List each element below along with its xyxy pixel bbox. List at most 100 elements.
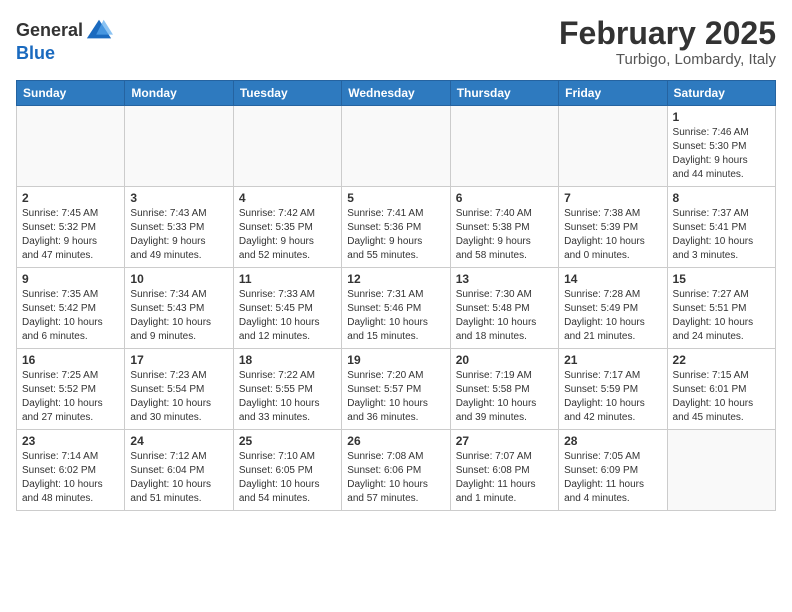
day-info: Sunrise: 7:33 AM Sunset: 5:45 PM Dayligh… [239, 288, 336, 344]
logo: General Blue [16, 16, 113, 64]
calendar-cell: 7 Sunrise: 7:38 AM Sunset: 5:39 PM Daylig… [559, 187, 667, 268]
day-number: 19 [347, 353, 444, 367]
day-info: Sunrise: 7:05 AM Sunset: 6:09 PM Dayligh… [564, 450, 661, 506]
calendar-week-row: 9 Sunrise: 7:35 AM Sunset: 5:42 PM Daylig… [17, 268, 776, 349]
day-info: Sunrise: 7:38 AM Sunset: 5:39 PM Dayligh… [564, 207, 661, 263]
day-number: 17 [130, 353, 227, 367]
calendar-cell: 2 Sunrise: 7:45 AM Sunset: 5:32 PM Daylig… [17, 187, 125, 268]
day-number: 2 [22, 191, 119, 205]
day-number: 1 [673, 110, 770, 124]
day-number: 10 [130, 272, 227, 286]
day-number: 26 [347, 434, 444, 448]
day-info: Sunrise: 7:34 AM Sunset: 5:43 PM Dayligh… [130, 288, 227, 344]
logo-icon [85, 16, 113, 44]
calendar-cell: 28 Sunrise: 7:05 AM Sunset: 6:09 PM Dayli… [559, 430, 667, 511]
weekday-header-sunday: Sunday [17, 81, 125, 106]
weekday-header-friday: Friday [559, 81, 667, 106]
day-info: Sunrise: 7:23 AM Sunset: 5:54 PM Dayligh… [130, 369, 227, 425]
calendar-cell: 22Sunrise: 7:15 AM Sunset: 6:01 PM Dayli… [667, 349, 775, 430]
weekday-header-monday: Monday [125, 81, 233, 106]
day-info: Sunrise: 7:31 AM Sunset: 5:46 PM Dayligh… [347, 288, 444, 344]
day-info: Sunrise: 7:27 AM Sunset: 5:51 PM Dayligh… [673, 288, 770, 344]
calendar-cell: 5 Sunrise: 7:41 AM Sunset: 5:36 PM Daylig… [342, 187, 450, 268]
day-number: 11 [239, 272, 336, 286]
logo-general: General [16, 21, 83, 39]
day-info: Sunrise: 7:43 AM Sunset: 5:33 PM Dayligh… [130, 207, 227, 263]
weekday-header-wednesday: Wednesday [342, 81, 450, 106]
day-info: Sunrise: 7:28 AM Sunset: 5:49 PM Dayligh… [564, 288, 661, 344]
day-info: Sunrise: 7:17 AM Sunset: 5:59 PM Dayligh… [564, 369, 661, 425]
day-info: Sunrise: 7:19 AM Sunset: 5:58 PM Dayligh… [456, 369, 553, 425]
day-number: 9 [22, 272, 119, 286]
day-info: Sunrise: 7:40 AM Sunset: 5:38 PM Dayligh… [456, 207, 553, 263]
day-number: 8 [673, 191, 770, 205]
calendar-week-row: 16 Sunrise: 7:25 AM Sunset: 5:52 PM Dayli… [17, 349, 776, 430]
day-number: 12 [347, 272, 444, 286]
calendar-cell [17, 106, 125, 187]
weekday-header-row: SundayMondayTuesdayWednesdayThursdayFrid… [17, 81, 776, 106]
calendar-cell: 1 Sunrise: 7:46 AM Sunset: 5:30 PM Daylig… [667, 106, 775, 187]
calendar-cell: 13 Sunrise: 7:30 AM Sunset: 5:48 PM Dayli… [450, 268, 558, 349]
month-title: February 2025 [559, 16, 776, 51]
day-number: 25 [239, 434, 336, 448]
day-number: 24 [130, 434, 227, 448]
calendar-cell: 25 Sunrise: 7:10 AM Sunset: 6:05 PM Dayli… [233, 430, 341, 511]
calendar-cell: 27 Sunrise: 7:07 AM Sunset: 6:08 PM Dayli… [450, 430, 558, 511]
day-number: 5 [347, 191, 444, 205]
day-info: Sunrise: 7:07 AM Sunset: 6:08 PM Dayligh… [456, 450, 553, 506]
calendar-cell: 16 Sunrise: 7:25 AM Sunset: 5:52 PM Dayli… [17, 349, 125, 430]
calendar-cell [450, 106, 558, 187]
day-info: Sunrise: 7:35 AM Sunset: 5:42 PM Dayligh… [22, 288, 119, 344]
calendar-cell: 26 Sunrise: 7:08 AM Sunset: 6:06 PM Dayli… [342, 430, 450, 511]
page-header: General Blue February 2025 Turbigo, Lomb… [16, 16, 776, 68]
day-info: Sunrise: 7:22 AM Sunset: 5:55 PM Dayligh… [239, 369, 336, 425]
calendar-cell [667, 430, 775, 511]
calendar-week-row: 1 Sunrise: 7:46 AM Sunset: 5:30 PM Daylig… [17, 106, 776, 187]
calendar-cell: 17 Sunrise: 7:23 AM Sunset: 5:54 PM Dayli… [125, 349, 233, 430]
day-number: 7 [564, 191, 661, 205]
day-info: Sunrise: 7:46 AM Sunset: 5:30 PM Dayligh… [673, 126, 770, 182]
calendar-cell [125, 106, 233, 187]
day-number: 27 [456, 434, 553, 448]
calendar-cell [342, 106, 450, 187]
day-info: Sunrise: 7:25 AM Sunset: 5:52 PM Dayligh… [22, 369, 119, 425]
day-info: Sunrise: 7:30 AM Sunset: 5:48 PM Dayligh… [456, 288, 553, 344]
calendar-cell: 15 Sunrise: 7:27 AM Sunset: 5:51 PM Dayli… [667, 268, 775, 349]
day-info: Sunrise: 7:41 AM Sunset: 5:36 PM Dayligh… [347, 207, 444, 263]
day-info: Sunrise: 7:37 AM Sunset: 5:41 PM Dayligh… [673, 207, 770, 263]
day-number: 14 [564, 272, 661, 286]
day-number: 13 [456, 272, 553, 286]
calendar-week-row: 23Sunrise: 7:14 AM Sunset: 6:02 PM Dayli… [17, 430, 776, 511]
calendar-cell: 11 Sunrise: 7:33 AM Sunset: 5:45 PM Dayli… [233, 268, 341, 349]
calendar-cell: 10 Sunrise: 7:34 AM Sunset: 5:43 PM Dayli… [125, 268, 233, 349]
calendar-cell: 23Sunrise: 7:14 AM Sunset: 6:02 PM Dayli… [17, 430, 125, 511]
calendar-cell: 8 Sunrise: 7:37 AM Sunset: 5:41 PM Daylig… [667, 187, 775, 268]
calendar-cell [559, 106, 667, 187]
day-number: 3 [130, 191, 227, 205]
weekday-header-tuesday: Tuesday [233, 81, 341, 106]
day-info: Sunrise: 7:14 AM Sunset: 6:02 PM Dayligh… [22, 450, 119, 506]
day-info: Sunrise: 7:20 AM Sunset: 5:57 PM Dayligh… [347, 369, 444, 425]
day-number: 28 [564, 434, 661, 448]
day-number: 4 [239, 191, 336, 205]
day-number: 20 [456, 353, 553, 367]
day-number: 6 [456, 191, 553, 205]
day-info: Sunrise: 7:45 AM Sunset: 5:32 PM Dayligh… [22, 207, 119, 263]
day-number: 15 [673, 272, 770, 286]
calendar-cell: 12 Sunrise: 7:31 AM Sunset: 5:46 PM Dayli… [342, 268, 450, 349]
day-info: Sunrise: 7:08 AM Sunset: 6:06 PM Dayligh… [347, 450, 444, 506]
calendar-table: SundayMondayTuesdayWednesdayThursdayFrid… [16, 80, 776, 511]
day-info: Sunrise: 7:42 AM Sunset: 5:35 PM Dayligh… [239, 207, 336, 263]
day-number: 16 [22, 353, 119, 367]
day-info: Sunrise: 7:15 AM Sunset: 6:01 PM Dayligh… [673, 369, 770, 425]
day-number: 21 [564, 353, 661, 367]
weekday-header-saturday: Saturday [667, 81, 775, 106]
day-info: Sunrise: 7:12 AM Sunset: 6:04 PM Dayligh… [130, 450, 227, 506]
calendar-cell: 20 Sunrise: 7:19 AM Sunset: 5:58 PM Dayli… [450, 349, 558, 430]
calendar-cell: 6 Sunrise: 7:40 AM Sunset: 5:38 PM Daylig… [450, 187, 558, 268]
day-info: Sunrise: 7:10 AM Sunset: 6:05 PM Dayligh… [239, 450, 336, 506]
calendar-cell: 9 Sunrise: 7:35 AM Sunset: 5:42 PM Daylig… [17, 268, 125, 349]
calendar-cell: 19 Sunrise: 7:20 AM Sunset: 5:57 PM Dayli… [342, 349, 450, 430]
calendar-cell: 24 Sunrise: 7:12 AM Sunset: 6:04 PM Dayli… [125, 430, 233, 511]
calendar-cell: 18Sunrise: 7:22 AM Sunset: 5:55 PM Dayli… [233, 349, 341, 430]
